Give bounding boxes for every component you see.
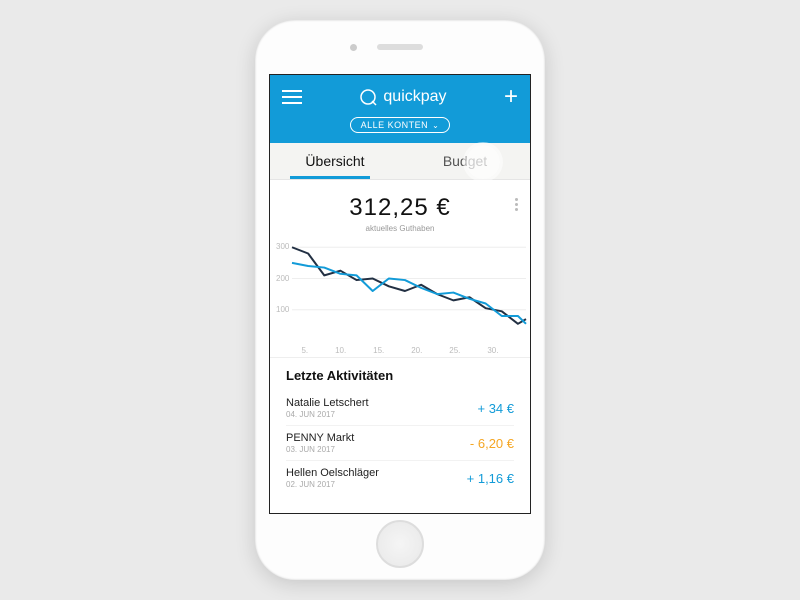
activity-row[interactable]: PENNY Markt03. JUN 2017 - 6,20 € <box>286 425 514 460</box>
activity-amount: + 1,16 € <box>467 471 514 486</box>
chart-y-tick: 100 <box>276 305 289 314</box>
activity-row[interactable]: Hellen Oelschläger02. JUN 2017 + 1,16 € <box>286 460 514 495</box>
chart-x-ticks: 5.10.15.20.25.30. <box>270 346 530 355</box>
device-frame: quickpay + ALLE KONTEN ⌄ Übersicht Budge… <box>255 20 545 580</box>
balance-amount: 312,25 € <box>270 194 530 222</box>
balance-chart: 100 200 300 5.10.15.20.25.30. <box>270 235 530 358</box>
activity-date: 03. JUN 2017 <box>286 445 354 454</box>
account-selector-label: ALLE KONTEN <box>361 120 429 130</box>
chevron-down-icon: ⌄ <box>432 121 439 130</box>
activity-amount: + 34 € <box>477 401 514 416</box>
balance-subtitle: aktuelles Guthaben <box>270 224 530 233</box>
home-button[interactable] <box>376 520 424 568</box>
activities-section: Letzte Aktivitäten Natalie Letschert04. … <box>270 358 530 495</box>
tab-underline <box>290 176 370 179</box>
activity-name: Hellen Oelschläger <box>286 467 379 479</box>
add-button[interactable]: + <box>504 85 518 109</box>
tab-budget[interactable]: Budget <box>400 143 530 179</box>
activity-row[interactable]: Natalie Letschert04. JUN 2017 + 34 € <box>286 391 514 425</box>
activity-date: 04. JUN 2017 <box>286 410 369 419</box>
brand: quickpay <box>359 88 446 106</box>
tab-overview[interactable]: Übersicht <box>270 143 400 179</box>
logo-icon <box>359 88 377 106</box>
chart-y-tick: 200 <box>276 274 289 283</box>
activities-title: Letzte Aktivitäten <box>286 368 514 383</box>
balance-section: 312,25 € aktuelles Guthaben <box>270 180 530 235</box>
app-header: quickpay + ALLE KONTEN ⌄ <box>270 75 530 143</box>
device-camera <box>350 44 357 51</box>
activity-name: PENNY Markt <box>286 432 354 444</box>
activity-amount: - 6,20 € <box>470 436 514 451</box>
menu-icon[interactable] <box>282 90 302 104</box>
activity-date: 02. JUN 2017 <box>286 480 379 489</box>
more-icon[interactable] <box>515 198 518 211</box>
brand-name: quickpay <box>383 88 446 106</box>
tabs: Übersicht Budget <box>270 143 530 180</box>
activity-name: Natalie Letschert <box>286 397 369 409</box>
device-speaker <box>377 44 423 50</box>
chart-y-tick: 300 <box>276 242 289 251</box>
account-selector[interactable]: ALLE KONTEN ⌄ <box>350 117 451 133</box>
app-screen: quickpay + ALLE KONTEN ⌄ Übersicht Budge… <box>269 74 531 514</box>
